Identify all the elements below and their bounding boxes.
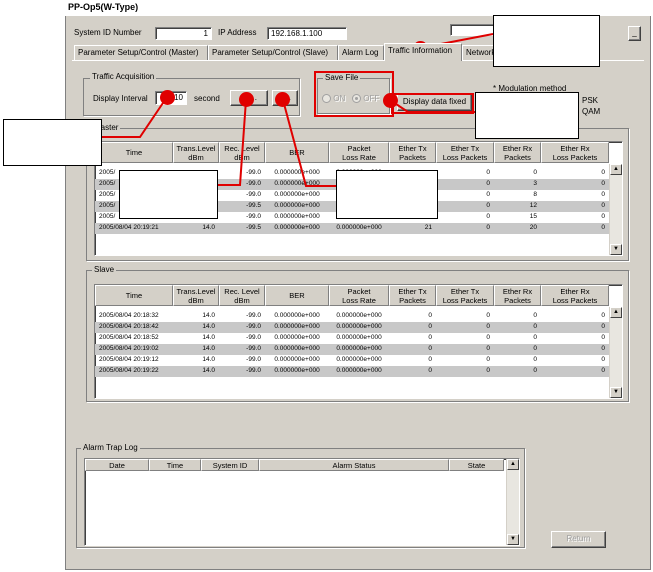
tab-traffic-information[interactable]: Traffic Information [384,43,462,61]
execute-pointer-line [217,99,247,186]
execute-marker [239,92,254,107]
fixed-pointer-line [389,99,475,113]
stop-pointer-line [282,99,336,187]
callout-display-fixed [475,92,579,139]
interval-marker [160,90,175,105]
callout-display-interval [3,119,102,166]
annotation-lines [102,33,494,187]
callout-stop [336,170,438,219]
callout-traffic-tab [493,15,600,67]
stop-marker [275,92,290,107]
save-file-marker [383,93,398,108]
callout-execute [119,170,218,219]
interval-pointer-line [102,96,168,138]
